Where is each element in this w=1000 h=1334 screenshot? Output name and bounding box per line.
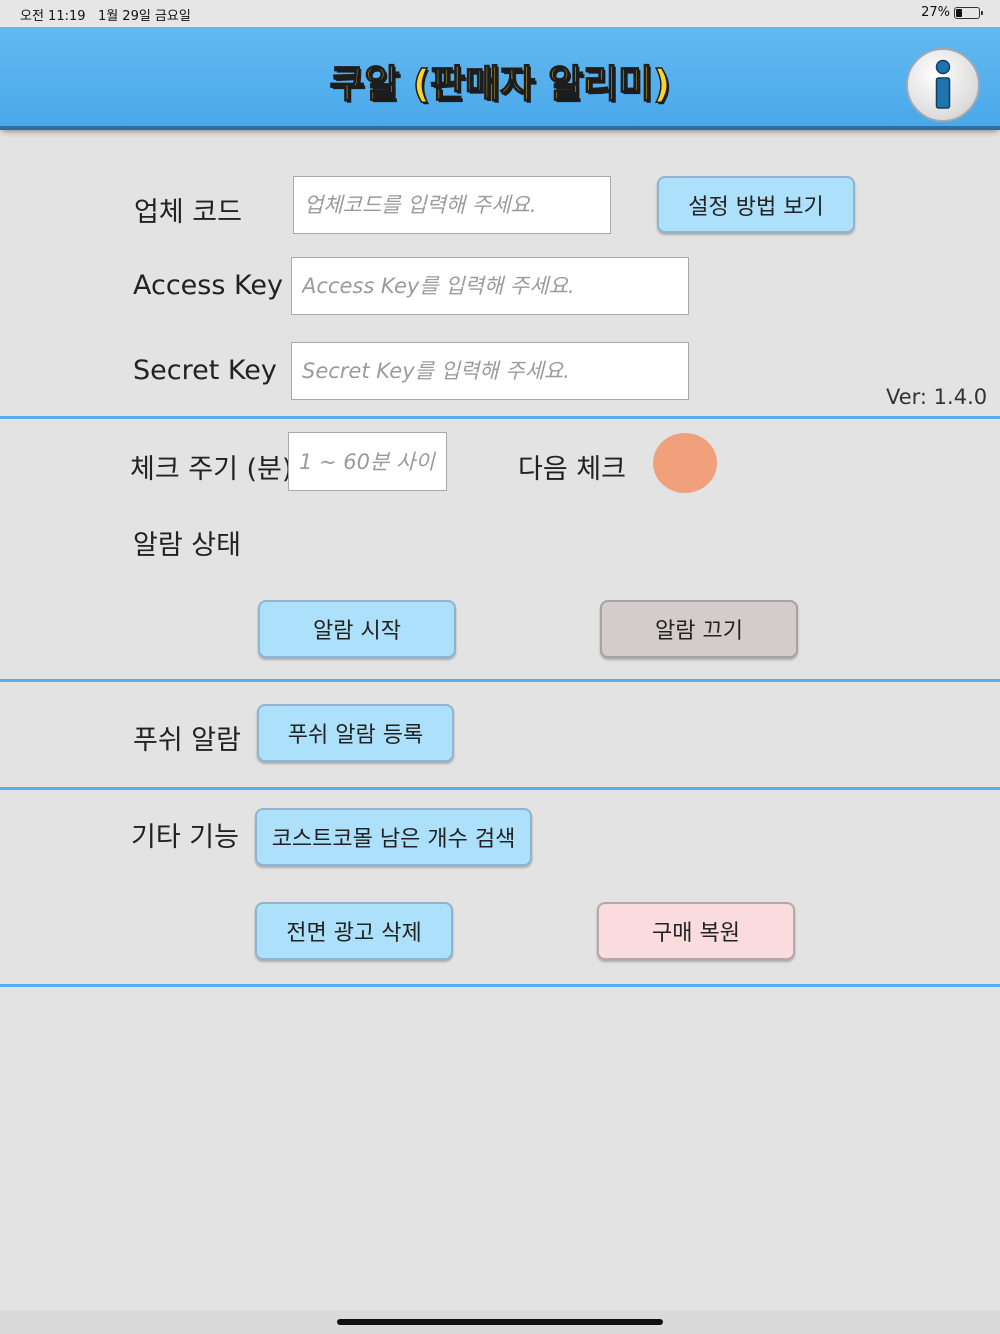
section-divider [0,787,1000,790]
alarm-stop-button[interactable]: 알람 끄기 [600,600,798,658]
company-code-input[interactable] [293,176,611,234]
remove-ads-button[interactable]: 전면 광고 삭제 [255,902,453,960]
secret-key-label: Secret Key [133,355,277,386]
battery-icon [954,6,983,19]
status-battery-area: 27% [921,5,983,20]
secret-key-input[interactable] [291,342,689,400]
battery-percent: 27% [921,5,950,20]
check-interval-input[interactable] [288,432,447,491]
app-header: 쿠알 (판매자 알리미) [0,27,1000,130]
costco-stock-search-button[interactable]: 코스트코몰 남은 개수 검색 [255,808,532,866]
info-button[interactable] [906,48,980,122]
check-interval-label: 체크 주기 (분) [130,454,293,485]
status-date: 1월 29일 금요일 [97,9,191,24]
home-indicator[interactable] [337,1319,663,1325]
section-divider [0,416,1000,419]
etc-features-label: 기타 기능 [131,822,239,853]
push-alarm-label: 푸쉬 알람 [133,725,241,756]
next-check-label: 다음 체크 [518,454,626,485]
push-register-button[interactable]: 푸쉬 알람 등록 [257,704,454,762]
alarm-start-button[interactable]: 알람 시작 [258,600,456,658]
alarm-status-label: 알람 상태 [133,530,241,561]
restore-purchase-button[interactable]: 구매 복원 [597,902,795,960]
company-code-label: 업체 코드 [134,197,242,228]
access-key-input[interactable] [291,257,689,315]
version-text: Ver: 1.4.0 [886,385,988,409]
status-time: 오전 11:19 [20,9,86,24]
status-bar: 오전 11:19 1월 29일 금요일 27% [0,0,1000,27]
next-check-indicator [653,433,717,493]
app-title: 쿠알 (판매자 알리미) [329,61,671,107]
section-divider [0,679,1000,682]
header-bottom-border [0,126,1000,130]
access-key-label: Access Key [133,270,283,301]
how-to-setup-button[interactable]: 설정 방법 보기 [657,176,855,233]
status-time-date: 오전 11:19 1월 29일 금요일 [20,5,191,24]
info-icon [935,59,951,109]
section-divider [0,984,1000,987]
